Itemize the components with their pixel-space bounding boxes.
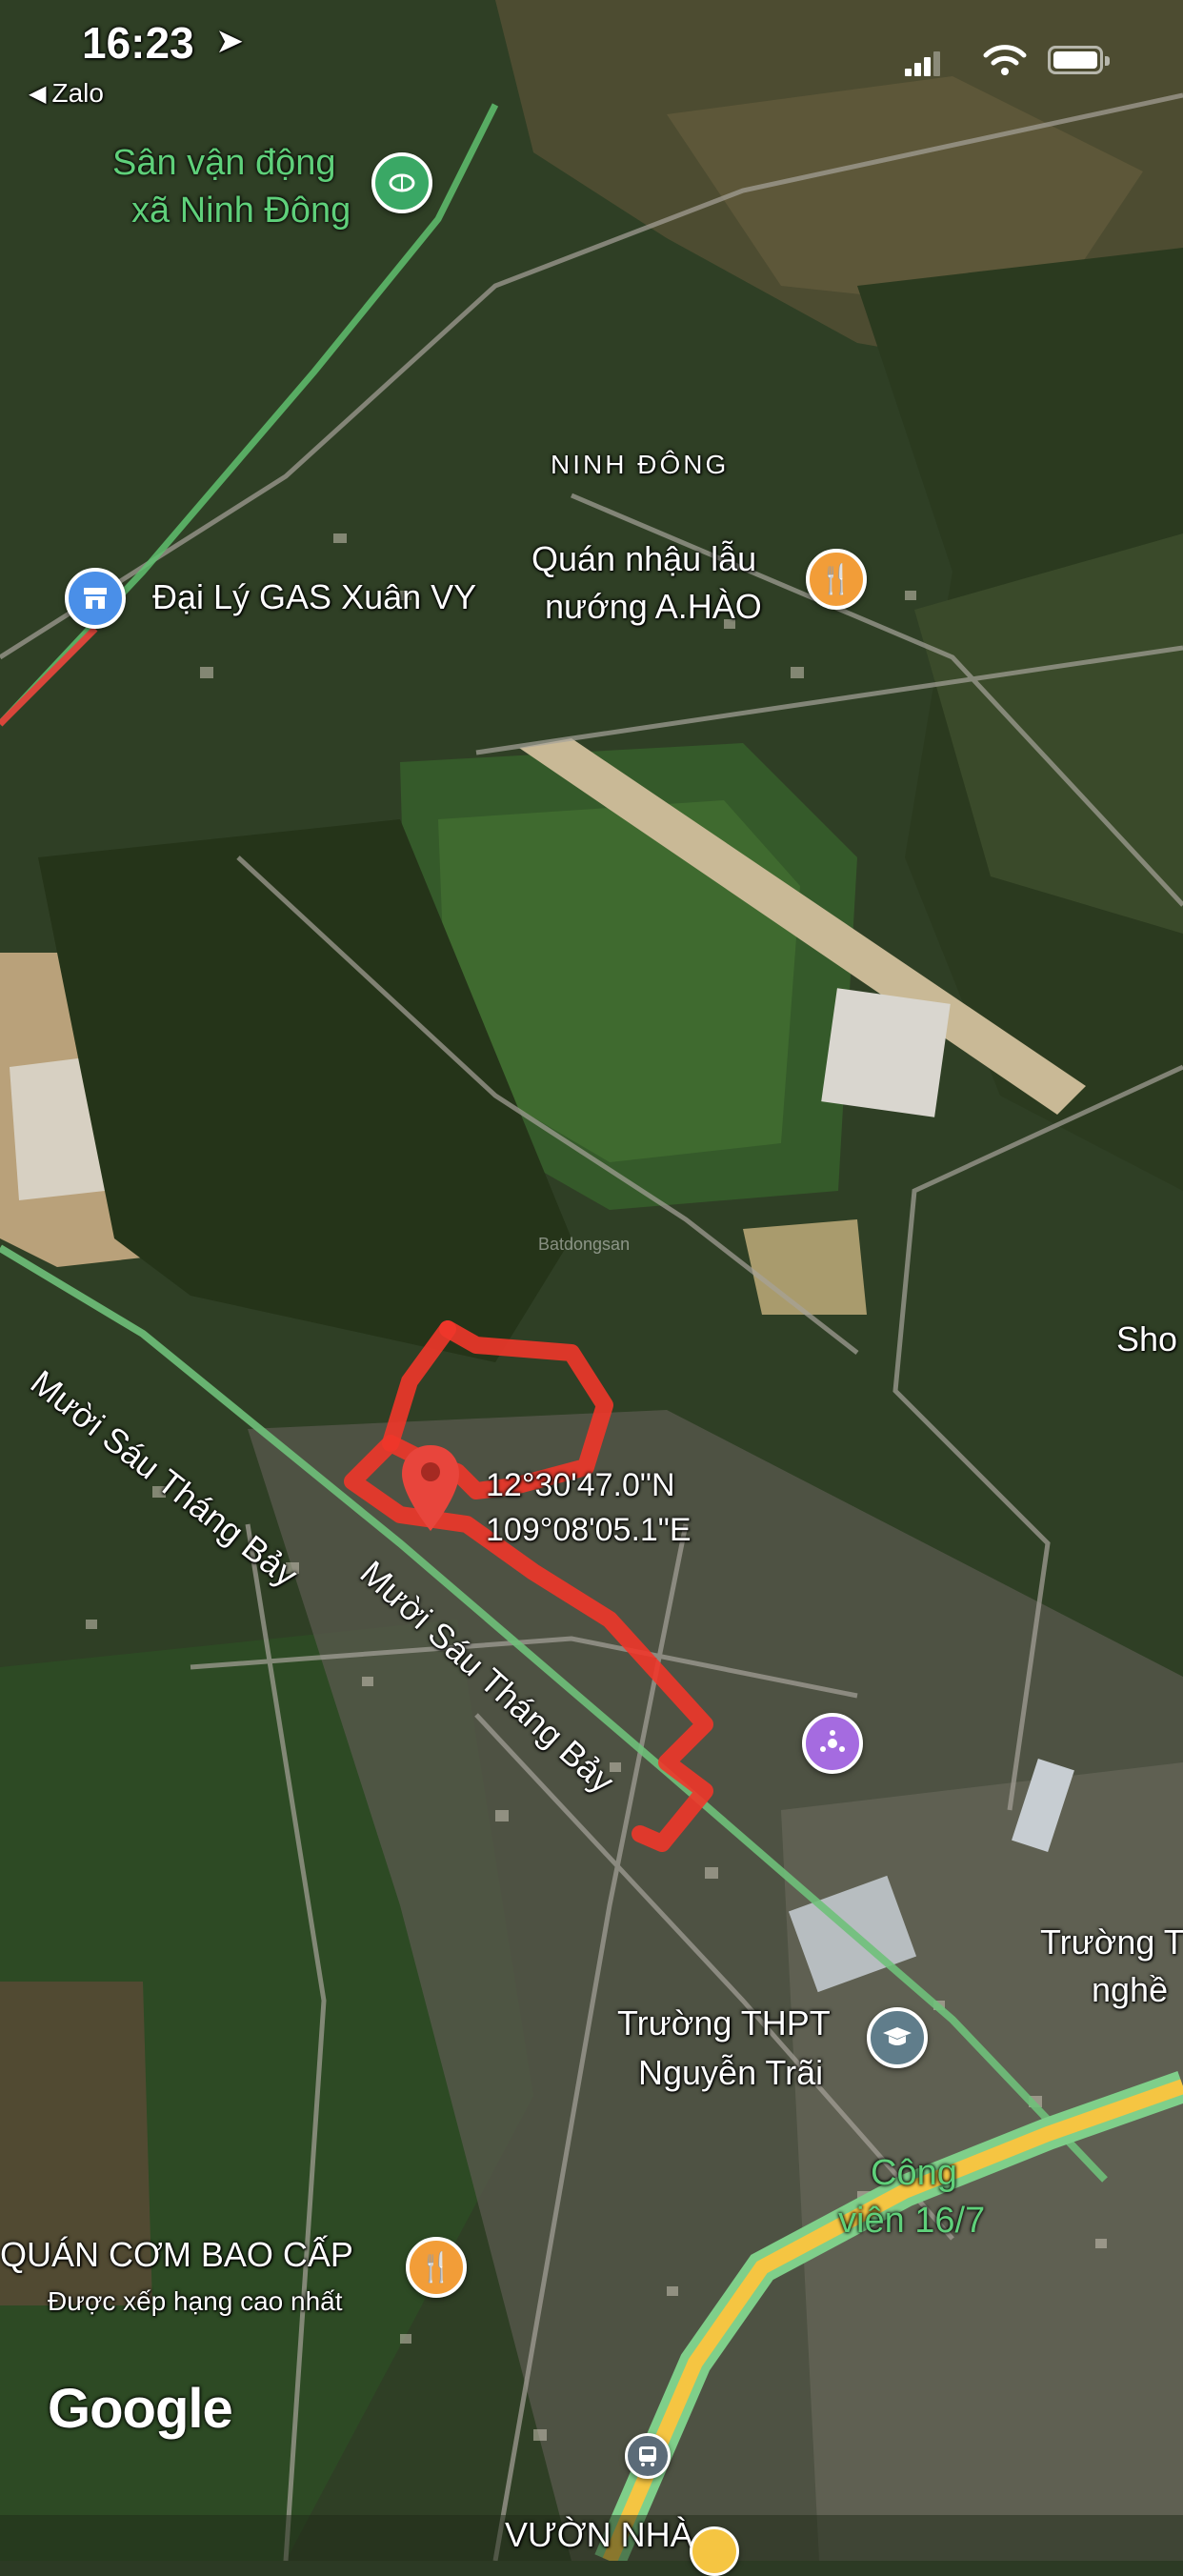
dropped-pin[interactable] [400, 1443, 461, 1535]
park-label-line2: viên 16/7 [838, 2201, 986, 2241]
restaurant-icon: 🍴 [806, 549, 867, 610]
latitude-label: 12°30'47.0"N [486, 1467, 675, 1503]
poi-restaurant-a-hao[interactable]: Quán nhậu lẫu nướng A.HÀO 🍴 [524, 533, 886, 638]
quan-com-rating-label: Được xếp hạng cao nhất [48, 2286, 343, 2316]
google-logo: Google [48, 2378, 233, 2440]
thpt-label-line1: Trường THPT [617, 2003, 831, 2043]
longitude-label: 109°08'05.1"E [486, 1512, 692, 1548]
status-bar: 16:23 ➤ ◀ Zalo [0, 0, 1183, 124]
status-time: 16:23 [82, 18, 194, 68]
thpt-label-line2: Nguyễn Trãi [638, 2053, 824, 2092]
place-label-vuon-nha: VƯỜN NHÀ [505, 2515, 693, 2554]
stadium-icon [371, 152, 432, 213]
bus-stop-icon[interactable] [625, 2433, 671, 2479]
gas-store-label: Đại Lý GAS Xuân VY [152, 577, 477, 616]
back-app-label: Zalo [51, 78, 104, 108]
vocational-school-label-line2: nghề [1092, 1970, 1169, 2009]
restaurant-label-line2: nướng A.HÀO [545, 587, 762, 626]
wifi-icon [983, 45, 1027, 75]
poi-stadium[interactable]: Sân vận động xã Ninh Đông [105, 143, 448, 238]
poi-park-16-7[interactable]: Công viên 16/7 [838, 2145, 1048, 2250]
restaurant-label-line1: Quán nhậu lẫu [531, 539, 757, 578]
watermark-batdongsan: Batdongsan [538, 1235, 631, 1254]
poi-vocational-school[interactable]: Trường T nghề [1040, 1922, 1183, 2018]
poi-thpt-nguyen-trai[interactable]: Trường THPT Nguyễn Trãi [610, 1996, 943, 2101]
quan-com-label: QUÁN CƠM BAO CẤP [0, 2235, 353, 2274]
back-arrow-icon: ◀ [29, 80, 47, 107]
map-pin-icon [402, 1445, 459, 1531]
vocational-school-label-line1: Trường T [1040, 1922, 1183, 1962]
poi-gas-store[interactable]: Đại Lý GAS Xuân VY [65, 568, 560, 634]
store-icon [65, 568, 126, 629]
stadium-label-line2: xã Ninh Đông [131, 191, 351, 231]
attraction-poi-icon[interactable] [802, 1713, 863, 1774]
park-label-line1: Công [871, 2153, 957, 2193]
school-icon [867, 2007, 928, 2068]
signal-icon [905, 50, 943, 76]
coordinates-label: 12°30'47.0"N 109°08'05.1"E [486, 1467, 692, 1549]
highway-marker-icon [690, 2526, 739, 2576]
area-label-ninh-dong: NINH ĐÔNG [551, 450, 730, 479]
restaurant-icon-2: 🍴 [406, 2237, 467, 2298]
battery-icon [1048, 46, 1110, 74]
poi-quan-com-bao-cap[interactable]: QUÁN CƠM BAO CẤP Được xếp hạng cao nhất … [0, 2229, 486, 2334]
place-label-sho: Sho [1116, 1319, 1178, 1358]
location-arrow-icon: ➤ [215, 21, 245, 60]
back-to-app-button[interactable]: ◀ Zalo [29, 78, 104, 109]
stadium-label-line1: Sân vận động [112, 143, 336, 183]
